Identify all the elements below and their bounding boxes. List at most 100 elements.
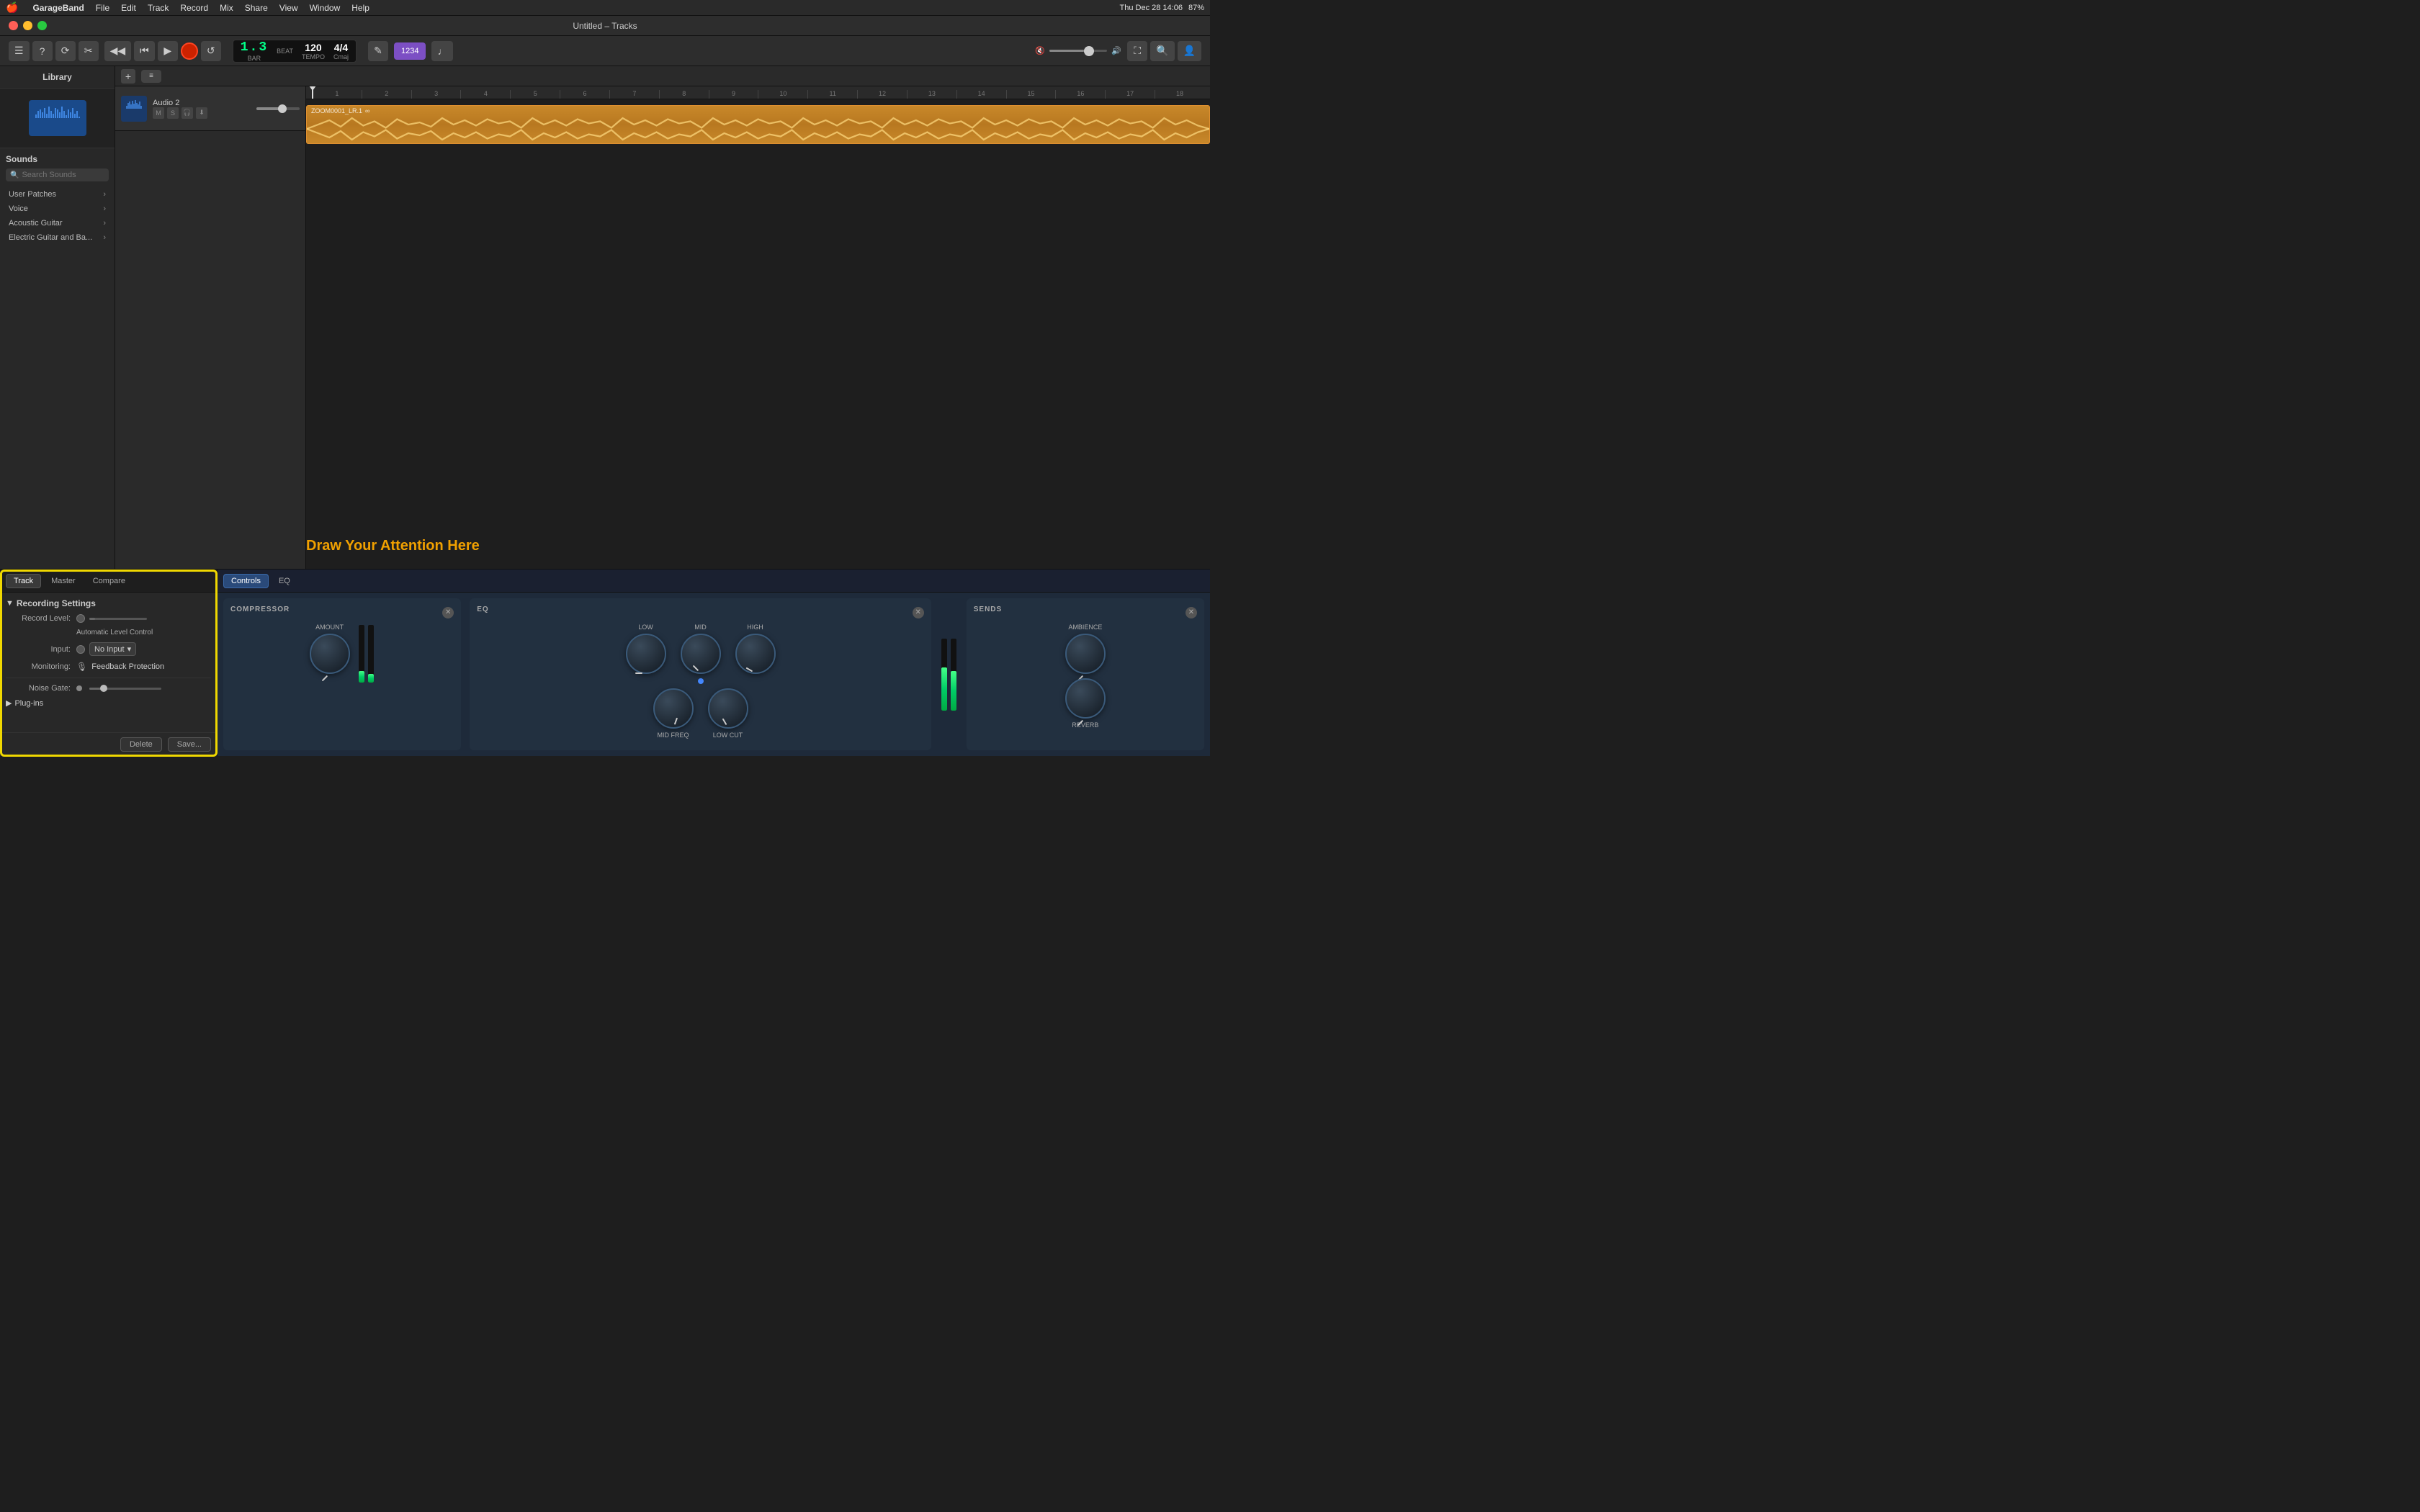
reverb-knob[interactable]: [1065, 678, 1106, 719]
rewind-button[interactable]: ◀◀: [104, 41, 132, 61]
input-select[interactable]: No Input ▾: [89, 642, 136, 656]
chevron-right-icon: ›: [103, 190, 106, 199]
menu-file[interactable]: File: [96, 3, 109, 13]
noise-gate-label: Noise Gate:: [6, 684, 71, 693]
library-button[interactable]: ☰: [9, 41, 30, 61]
menu-record[interactable]: Record: [180, 3, 208, 13]
help-button[interactable]: ?: [32, 41, 53, 61]
track-controls: M S 🎧 ⬇: [153, 107, 251, 119]
record-button[interactable]: [181, 42, 198, 60]
low-cut-knob[interactable]: [708, 688, 748, 729]
cycle-button[interactable]: ↺: [201, 41, 221, 61]
track-menu-button[interactable]: ≡: [141, 70, 161, 83]
sounds-item-user-patches[interactable]: User Patches ›: [6, 187, 109, 202]
transport-display: 1.3 BAR BEAT 120 TEMPO 4/4 Cmaj: [233, 40, 357, 63]
tab-master[interactable]: Master: [44, 575, 83, 588]
track-volume-slider[interactable]: [256, 107, 300, 110]
monitoring-label: Monitoring:: [6, 662, 71, 671]
track-record-arm-button[interactable]: ⬇: [196, 107, 207, 119]
recording-settings-header[interactable]: ▼ Recording Settings: [6, 598, 211, 608]
auto-level-button[interactable]: Automatic Level Control: [76, 629, 153, 636]
tab-controls[interactable]: Controls: [223, 574, 269, 588]
noise-gate-toggle[interactable]: [76, 685, 82, 691]
sends-header: SENDS ✕: [974, 606, 1197, 619]
fullscreen-btn[interactable]: ⛶: [1127, 41, 1147, 61]
menu-track[interactable]: Track: [148, 3, 169, 13]
level-fill-main-l: [941, 667, 947, 711]
ruler-mark-10: 10: [758, 90, 807, 99]
search-box[interactable]: 🔍: [6, 168, 109, 181]
eq-close-button[interactable]: ✕: [913, 607, 924, 618]
play-button[interactable]: ▶: [158, 41, 178, 61]
sends-close-button[interactable]: ✕: [1186, 607, 1197, 618]
sounds-item-acoustic-guitar[interactable]: Acoustic Guitar ›: [6, 216, 109, 230]
apple-menu[interactable]: 🍎: [6, 1, 18, 14]
track-volume-knob[interactable]: [278, 104, 287, 113]
pencil-tool[interactable]: ✎: [368, 41, 388, 61]
plugins-label: Plug-ins: [14, 699, 43, 708]
track-mute-button[interactable]: M: [153, 107, 164, 119]
volume-slider-track[interactable]: [1049, 50, 1108, 52]
level-fill-main-r: [951, 671, 956, 711]
track-solo-button[interactable]: S: [167, 107, 179, 119]
smartcontrols-btn[interactable]: 1234: [394, 42, 426, 60]
compressor-close-button[interactable]: ✕: [442, 607, 454, 618]
menu-share[interactable]: Share: [245, 3, 268, 13]
save-button[interactable]: Save...: [168, 737, 211, 752]
tab-track[interactable]: Track: [6, 574, 41, 588]
audio-clip[interactable]: ZOOM0001_LR.1 ∞ // Will generate wavefor…: [306, 105, 1210, 144]
noise-gate-slider[interactable]: [89, 688, 161, 690]
time-sig-value: 4/4: [334, 42, 348, 53]
tempo-cell: 120 TEMPO: [302, 42, 325, 60]
ruler-mark-2: 2: [362, 90, 411, 99]
tab-compare[interactable]: Compare: [86, 575, 133, 588]
ambience-knob[interactable]: [1065, 634, 1106, 674]
settings-button[interactable]: ⟳: [55, 41, 76, 61]
add-track-button[interactable]: +: [121, 69, 135, 84]
app-name[interactable]: GarageBand: [32, 3, 84, 13]
cut-button[interactable]: ✂: [79, 41, 99, 61]
delete-button[interactable]: Delete: [120, 737, 162, 752]
volume-slider-thumb[interactable]: [1084, 46, 1094, 56]
maximize-button[interactable]: [37, 21, 47, 30]
meter-fill-l: [359, 671, 364, 683]
close-button[interactable]: [9, 21, 18, 30]
mid-freq-knob[interactable]: [653, 688, 694, 729]
ruler-mark-11: 11: [807, 90, 857, 99]
waveform-preview: [29, 100, 86, 136]
tab-eq[interactable]: EQ: [272, 575, 297, 588]
plugins-section[interactable]: ▶ Plug-ins: [6, 698, 211, 708]
menu-edit[interactable]: Edit: [121, 3, 136, 13]
time-sig-cell[interactable]: 4/4 Cmaj: [333, 42, 349, 60]
high-knob[interactable]: [735, 634, 776, 674]
search-input[interactable]: [22, 171, 104, 179]
menu-view[interactable]: View: [279, 3, 298, 13]
amount-knob[interactable]: [310, 634, 350, 674]
record-level-toggle[interactable]: [76, 614, 85, 623]
ruler-mark-9: 9: [709, 90, 758, 99]
bar-value: 1.3: [241, 40, 268, 55]
input-toggle[interactable]: [76, 645, 85, 654]
noise-gate-knob[interactable]: [100, 685, 107, 692]
back-button[interactable]: ⏮: [134, 41, 155, 61]
record-level-slider[interactable]: [89, 618, 147, 620]
notes-btn[interactable]: ♩: [431, 41, 453, 61]
menu-window[interactable]: Window: [310, 3, 341, 13]
knob-group-mid: MID: [681, 624, 721, 684]
menu-help[interactable]: Help: [351, 3, 369, 13]
mid-freq-knob-indicator: [673, 718, 677, 725]
menu-mix[interactable]: Mix: [220, 3, 233, 13]
input-label: Input:: [6, 645, 71, 654]
eq-section: EQ ✕ LOW MID: [470, 598, 931, 750]
track-volume-area: [256, 107, 300, 110]
share-btn[interactable]: 👤: [1178, 41, 1201, 61]
sounds-item-electric-guitar[interactable]: Electric Guitar and Ba... ›: [6, 230, 109, 245]
minimize-button[interactable]: [23, 21, 32, 30]
master-volume-control[interactable]: 🔇 🔊: [1035, 46, 1121, 55]
track-headphone-button[interactable]: 🎧: [182, 107, 193, 119]
low-knob[interactable]: [626, 634, 666, 674]
bottom-section: Track Master Compare ▼ Recording Setting…: [0, 569, 1210, 756]
sounds-item-voice[interactable]: Voice ›: [6, 202, 109, 216]
mid-knob[interactable]: [681, 634, 721, 674]
search-btn[interactable]: 🔍: [1150, 41, 1174, 61]
